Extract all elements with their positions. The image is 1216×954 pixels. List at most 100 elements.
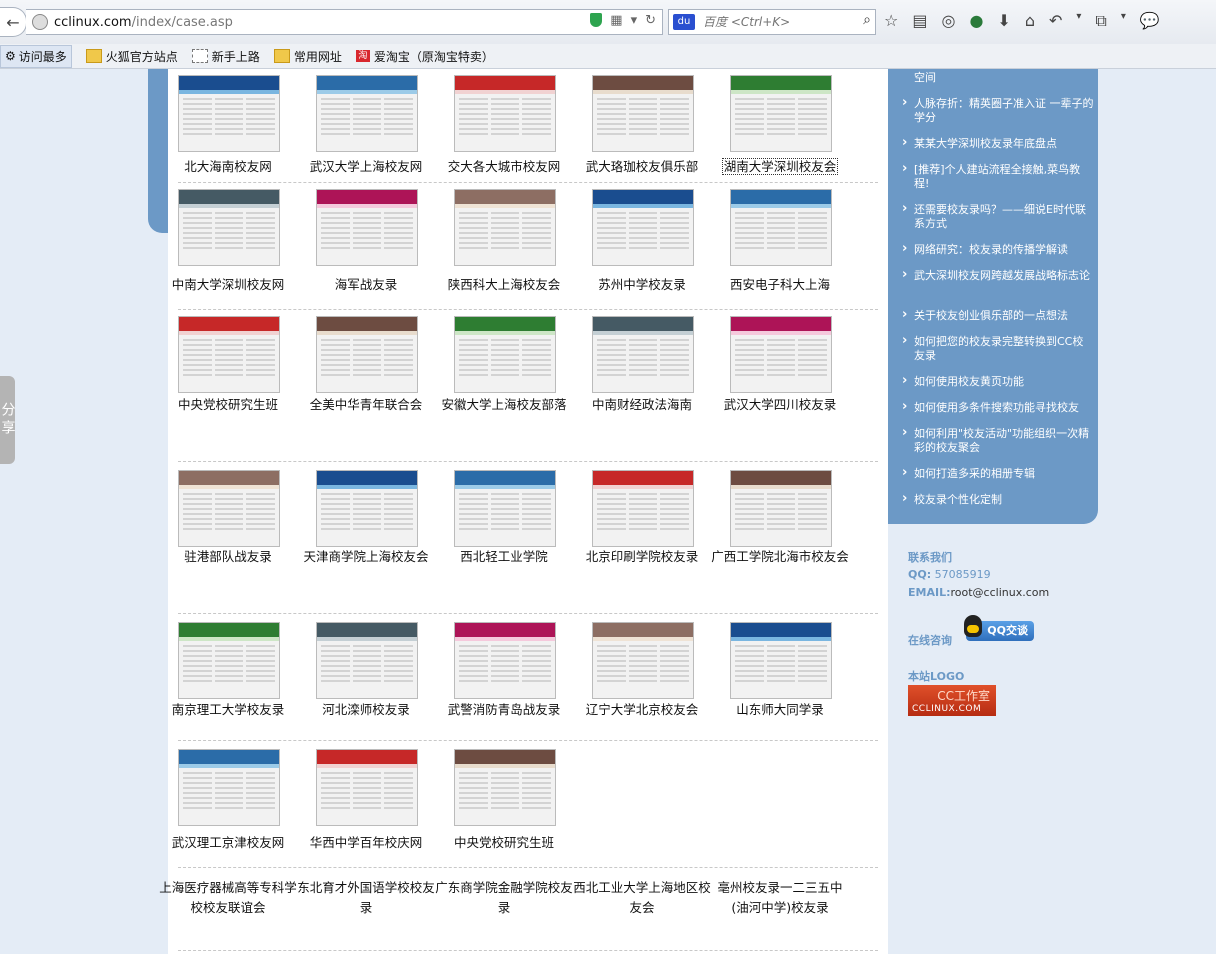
case-title-link[interactable]: 天津商学院上海校友会 bbox=[296, 547, 436, 567]
bookmark-most-visited[interactable]: ⚙ 访问最多 bbox=[0, 44, 72, 68]
undo-icon[interactable]: ↶ bbox=[1049, 11, 1062, 31]
case-screenshot-thumbnail[interactable] bbox=[454, 622, 556, 699]
case-screenshot-thumbnail[interactable] bbox=[178, 749, 280, 826]
case-title-link[interactable]: 武汉理工京津校友网 bbox=[158, 833, 298, 853]
case-screenshot-thumbnail[interactable] bbox=[592, 316, 694, 393]
share-tab[interactable]: 分享 bbox=[0, 376, 16, 464]
case-title-link[interactable]: 中央党校研究生班 bbox=[158, 395, 298, 415]
download-icon[interactable]: ⬇ bbox=[997, 11, 1010, 31]
case-screenshot-thumbnail[interactable] bbox=[178, 75, 280, 152]
case-screenshot-thumbnail[interactable] bbox=[316, 749, 418, 826]
case-screenshot-thumbnail[interactable] bbox=[316, 316, 418, 393]
url-bar[interactable]: cclinux.com/index/case.asp ▦ ▾ ↻ bbox=[26, 9, 663, 35]
site-logo[interactable]: CC工作室 CCLINUX.COM bbox=[908, 685, 996, 716]
sidebar-article-link[interactable]: 人脉存折：精英圈子准入证 一辈子的学分 bbox=[902, 96, 1094, 125]
case-screenshot-thumbnail[interactable] bbox=[454, 316, 556, 393]
case-title-link[interactable]: 西北轻工业学院 bbox=[434, 547, 574, 567]
case-title-link[interactable]: 上海医疗器械高等专科学校校友联谊会 bbox=[158, 878, 298, 918]
sidebar-article-link[interactable]: 如何利用"校友活动"功能组织一次精彩的校友聚会 bbox=[902, 426, 1094, 455]
reload-icon[interactable]: ↻ bbox=[645, 13, 656, 28]
star-icon[interactable]: ☆ bbox=[884, 11, 898, 31]
case-screenshot-thumbnail[interactable] bbox=[730, 189, 832, 266]
search-bar[interactable]: du ⌕ bbox=[668, 9, 876, 35]
case-screenshot-thumbnail[interactable] bbox=[316, 75, 418, 152]
case-screenshot-thumbnail[interactable] bbox=[730, 470, 832, 547]
reader-icon[interactable]: ▤ bbox=[912, 11, 927, 31]
case-title-link[interactable]: 西北工业大学上海地区校友会 bbox=[572, 878, 712, 918]
case-title-link[interactable]: 武警消防青岛战友录 bbox=[434, 700, 574, 720]
sidebar-article-link[interactable]: 某某大学深圳校友录年底盘点 bbox=[902, 136, 1094, 151]
dropdown-arrow-icon[interactable]: ▾ bbox=[631, 13, 638, 28]
case-screenshot-thumbnail[interactable] bbox=[454, 75, 556, 152]
case-screenshot-thumbnail[interactable] bbox=[454, 470, 556, 547]
case-title-link[interactable]: 广东商学院金融学院校友录 bbox=[434, 878, 574, 918]
search-engine-icon[interactable]: du bbox=[673, 14, 695, 30]
case-title-link[interactable]: 驻港部队战友录 bbox=[158, 547, 298, 567]
case-title-link[interactable]: 华西中学百年校庆网 bbox=[296, 833, 436, 853]
addon-icon[interactable]: ● bbox=[969, 11, 983, 31]
case-title-link[interactable]: 北大海南校友网 bbox=[158, 157, 298, 177]
case-screenshot-thumbnail[interactable] bbox=[592, 470, 694, 547]
bookmark-getting-started[interactable]: 新手上路 bbox=[188, 48, 260, 65]
sidebar-article-link[interactable]: 校友录个性化定制 bbox=[902, 492, 1094, 507]
case-title-link[interactable]: 广西工学院北海市校友会 bbox=[710, 547, 850, 567]
case-screenshot-thumbnail[interactable] bbox=[178, 470, 280, 547]
case-title-link[interactable]: 海军战友录 bbox=[296, 275, 436, 295]
sidebar-article-link[interactable]: 武大深圳校友网跨越发展战略标志论 bbox=[902, 268, 1094, 283]
dropdown-arrow-icon[interactable]: ▾ bbox=[1076, 11, 1081, 31]
dropdown-arrow-icon[interactable]: ▾ bbox=[1121, 11, 1126, 31]
case-title-link[interactable]: 南京理工大学校友录 bbox=[158, 700, 298, 720]
case-screenshot-thumbnail[interactable] bbox=[454, 749, 556, 826]
sidebar-article-link[interactable]: 如何使用多条件搜索功能寻找校友 bbox=[902, 400, 1094, 415]
sidebar-article-link[interactable]: 网络研究：校友录的传播学解读 bbox=[902, 242, 1094, 257]
case-screenshot-thumbnail[interactable] bbox=[178, 622, 280, 699]
home-icon[interactable]: ⌂ bbox=[1025, 11, 1035, 31]
qq-chat-button[interactable]: QQ交谈 bbox=[964, 615, 1034, 641]
bookmark-firefox[interactable]: 火狐官方站点 bbox=[82, 48, 178, 65]
sidebar-article-link[interactable]: 如何把您的校友录完整转换到CC校友录 bbox=[902, 334, 1094, 363]
case-title-link[interactable]: 亳州校友录一二三五中(油河中学)校友录 bbox=[710, 878, 850, 918]
case-screenshot-thumbnail[interactable] bbox=[592, 622, 694, 699]
case-title-link[interactable]: 东北育才外国语学校校友录 bbox=[296, 878, 436, 918]
search-icon[interactable]: ⌕ bbox=[863, 12, 871, 28]
case-screenshot-thumbnail[interactable] bbox=[316, 622, 418, 699]
case-screenshot-thumbnail[interactable] bbox=[316, 189, 418, 266]
case-title-link[interactable]: 武大珞珈校友俱乐部 bbox=[572, 157, 712, 177]
case-title-link[interactable]: 北京印刷学院校友录 bbox=[572, 547, 712, 567]
case-screenshot-thumbnail[interactable] bbox=[592, 189, 694, 266]
sidebar-article-link[interactable]: 空间 bbox=[902, 71, 1094, 85]
case-title-link[interactable]: 西安电子科大上海 bbox=[710, 275, 850, 295]
sidebar-article-link[interactable]: 如何使用校友黄页功能 bbox=[902, 374, 1094, 389]
case-screenshot-thumbnail[interactable] bbox=[178, 189, 280, 266]
case-screenshot-thumbnail[interactable] bbox=[454, 189, 556, 266]
crop-icon[interactable]: ⧉ bbox=[1095, 11, 1106, 31]
case-title-link[interactable]: 中南大学深圳校友网 bbox=[158, 275, 298, 295]
case-screenshot-thumbnail[interactable] bbox=[592, 75, 694, 152]
case-screenshot-thumbnail[interactable] bbox=[178, 316, 280, 393]
case-title-link[interactable]: 武汉大学上海校友网 bbox=[296, 157, 436, 177]
bookmark-taobao[interactable]: 淘爱淘宝（原淘宝特卖） bbox=[352, 48, 494, 65]
case-screenshot-thumbnail[interactable] bbox=[316, 470, 418, 547]
case-screenshot-thumbnail[interactable] bbox=[730, 622, 832, 699]
sidebar-article-link[interactable]: [推荐]个人建站流程全接触,菜鸟教程! bbox=[902, 162, 1094, 191]
back-button[interactable]: ← bbox=[0, 7, 27, 37]
sidebar-article-link[interactable]: 还需要校友录吗？——细说E时代联系方式 bbox=[902, 202, 1094, 231]
case-title-link[interactable]: 陕西科大上海校友会 bbox=[434, 275, 574, 295]
case-title-link[interactable]: 中央党校研究生班 bbox=[434, 833, 574, 853]
qr-code-icon[interactable]: ▦ bbox=[610, 13, 622, 28]
case-screenshot-thumbnail[interactable] bbox=[730, 75, 832, 152]
case-title-link[interactable]: 武汉大学四川校友录 bbox=[710, 395, 850, 415]
case-screenshot-thumbnail[interactable] bbox=[730, 316, 832, 393]
case-title-link[interactable]: 苏州中学校友录 bbox=[572, 275, 712, 295]
palette-icon[interactable]: ◎ bbox=[941, 11, 955, 31]
case-title-link[interactable]: 辽宁大学北京校友会 bbox=[572, 700, 712, 720]
sidebar-article-link[interactable]: 关于校友创业俱乐部的一点想法 bbox=[902, 308, 1094, 323]
sidebar-article-link[interactable]: 如何打造多采的相册专辑 bbox=[902, 466, 1094, 481]
case-title-link[interactable]: 河北滦师校友录 bbox=[296, 700, 436, 720]
case-title-link[interactable]: 山东师大同学录 bbox=[710, 700, 850, 720]
case-title-link[interactable]: 交大各大城市校友网 bbox=[434, 157, 574, 177]
case-title-link[interactable]: 中南财经政法海南 bbox=[572, 395, 712, 415]
case-title-link[interactable]: 全美中华青年联合会 bbox=[296, 395, 436, 415]
case-title-link[interactable]: 安徽大学上海校友部落 bbox=[434, 395, 574, 415]
shield-icon[interactable] bbox=[590, 13, 603, 27]
